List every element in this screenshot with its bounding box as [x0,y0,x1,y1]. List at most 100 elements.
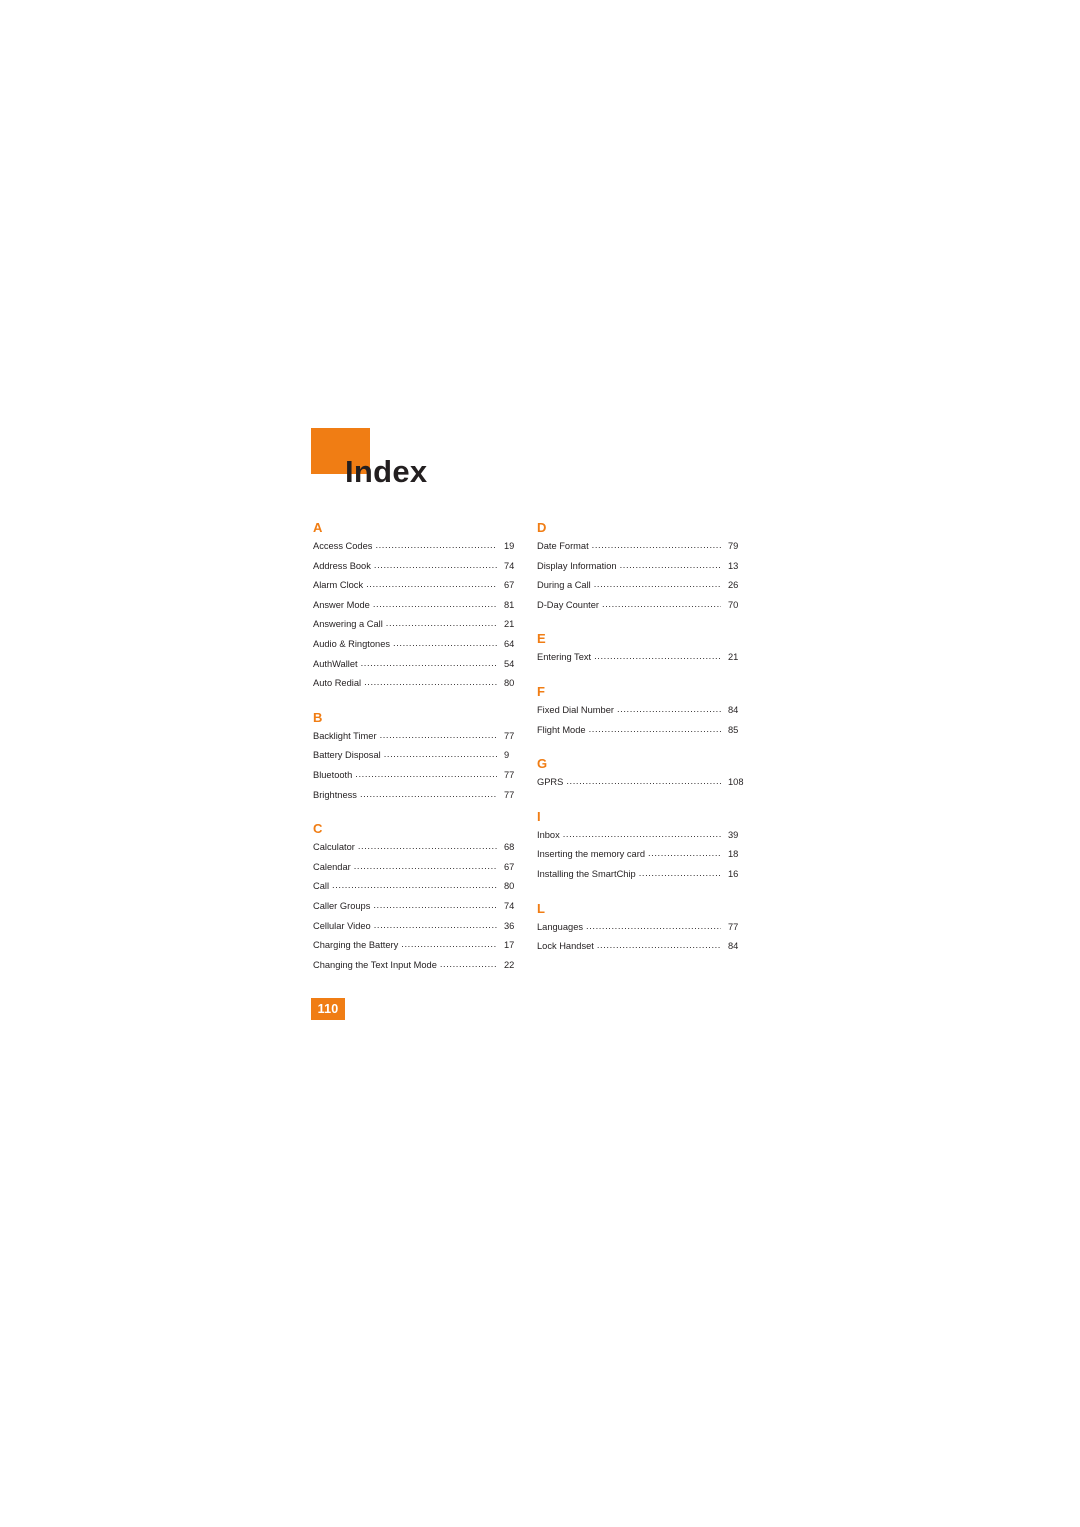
index-column-left: A Access Codes...........................… [311,521,526,978]
index-entry-page-number: 39 [728,829,739,840]
index-entry[interactable]: Inbox...................................… [535,829,750,849]
index-entry[interactable]: AuthWallet..............................… [311,658,526,678]
index-entry-leader-dots: ........................................… [588,723,721,734]
index-entry[interactable]: Entering Text...........................… [535,651,750,671]
index-entry[interactable]: Audio & Ringtones.......................… [311,638,526,658]
index-entry[interactable]: Changing the Text Input Mode............… [311,959,526,979]
index-entry-page-number: 22 [504,959,515,970]
index-entry-label: Charging the Battery [313,940,399,951]
index-entry-page-number: 18 [728,849,739,860]
index-entry[interactable]: D-Day Counter...........................… [535,599,750,619]
index-entry-page-number: 80 [504,678,515,689]
index-entry-label: Access Codes [313,541,373,551]
index-entry-label: Caller Groups [313,900,371,911]
index-entry[interactable]: Battery Disposal........................… [311,749,526,769]
index-entry-leader-dots: ........................................… [385,618,497,629]
index-entry[interactable]: Access Codes............................… [311,540,526,560]
index-entry[interactable]: Languages...............................… [535,921,750,941]
index-entry-label: D-Day Counter [537,599,600,610]
index-entry[interactable]: Bluetooth...............................… [311,769,526,789]
index-entry[interactable]: Answer Mode.............................… [311,599,526,619]
index-entry-leader-dots: ........................................… [596,940,721,951]
index-entry[interactable]: Calendar................................… [311,861,526,881]
index-entry[interactable]: Installing the SmartChip................… [535,868,750,888]
page-title-block: Index [311,428,711,498]
index-entry[interactable]: Lock Handset............................… [535,940,750,960]
index-entry-label: Languages [537,921,584,932]
index-entry-page-number: 81 [504,599,515,610]
index-entry-leader-dots: ........................................… [360,657,497,668]
index-entry-page-number: 70 [728,599,739,610]
index-entry[interactable]: Calculator..............................… [311,841,526,861]
index-entry[interactable]: Auto Redial.............................… [311,677,526,697]
index-entry-leader-dots: ........................................… [648,848,721,859]
index-entry-page-number: 16 [728,868,739,879]
index-entry-page-number: 77 [504,730,515,741]
index-entry[interactable]: Alarm Clock.............................… [311,579,526,599]
index-entry[interactable]: During a Call...........................… [535,579,750,599]
index-entry-label: AuthWallet [313,658,358,669]
index-entry-leader-dots: ........................................… [366,579,497,590]
index-entry-leader-dots: ........................................… [359,788,497,799]
index-entry-page-number: 26 [728,580,739,591]
index-entry-label: GPRS [537,777,564,788]
index-entry[interactable]: Flight Mode.............................… [535,724,750,744]
index-entry-label: Inbox [537,829,560,840]
index-entry[interactable]: Brightness..............................… [311,789,526,809]
index-entry-label: Lock Handset [537,941,594,952]
index-entry-label: Answer Mode [313,599,370,610]
index-entry-leader-dots: ........................................… [619,559,721,570]
index-letter-heading: I [537,808,541,824]
index-entry-leader-dots: ........................................… [373,919,497,930]
index-entry-leader-dots: ........................................… [439,958,497,969]
index-entry-label: Call [313,881,330,892]
page-number-badge: 110 [311,998,345,1020]
index-entry-label: Date Format [537,541,589,551]
index-entry-page-number: 67 [504,861,515,872]
index-entry[interactable]: Display Information.....................… [535,560,750,580]
index-page: Index A Access Codes.....................… [0,0,1080,1527]
index-letter-heading: L [537,900,545,916]
index-entry-label: Auto Redial [313,678,362,689]
index-entry-page-number: 17 [504,940,515,951]
index-entry-label: Alarm Clock [313,580,364,591]
index-letter-heading: A [313,520,323,535]
index-entry-page-number: 77 [504,769,515,780]
index-entry-page-number: 68 [504,842,515,853]
index-entry-page-number: 77 [504,789,515,800]
page-title: Index [345,454,428,489]
index-entry-label: Battery Disposal [313,750,381,761]
index-entry-label: Audio & Ringtones [313,638,391,649]
index-letter-heading: C [313,821,323,837]
index-entry-label: Backlight Timer [313,730,377,741]
index-entry-page-number: 79 [728,541,739,551]
index-entry[interactable]: GPRS....................................… [535,776,750,796]
index-entry-label: Brightness [313,789,357,800]
index-entry[interactable]: Address Book............................… [311,560,526,580]
index-entry-leader-dots: ........................................… [586,920,721,931]
index-entry-leader-dots: ........................................… [593,579,721,590]
index-entry-leader-dots: ........................................… [372,598,497,609]
index-entry-leader-dots: ........................................… [638,867,721,878]
index-column-right: D Date Format............................… [535,521,750,960]
index-entry-leader-dots: ........................................… [566,776,721,787]
index-entry[interactable]: Inserting the memory card...............… [535,848,750,868]
index-entry-leader-dots: ........................................… [353,860,497,871]
index-entry[interactable]: Answering a Call........................… [311,618,526,638]
index-entry[interactable]: Charging the Battery....................… [311,939,526,959]
index-entry-page-number: 77 [728,921,739,932]
index-entry-page-number: 36 [504,920,515,931]
index-entry[interactable]: Date Format.............................… [535,540,750,560]
index-entry[interactable]: Cellular Video..........................… [311,920,526,940]
index-letter-heading: E [537,631,546,647]
index-entry-label: During a Call [537,580,591,591]
index-entry-label: Cellular Video [313,920,371,931]
index-entry[interactable]: Backlight Timer.........................… [311,730,526,750]
index-entry[interactable]: Caller Groups...........................… [311,900,526,920]
index-entry-leader-dots: ........................................… [383,749,497,760]
index-entry-leader-dots: ........................................… [602,598,721,609]
index-entry[interactable]: Fixed Dial Number.......................… [535,704,750,724]
index-entry-page-number: 54 [504,658,515,669]
index-entry[interactable]: Call....................................… [311,880,526,900]
index-entry-page-number: 21 [504,619,515,630]
